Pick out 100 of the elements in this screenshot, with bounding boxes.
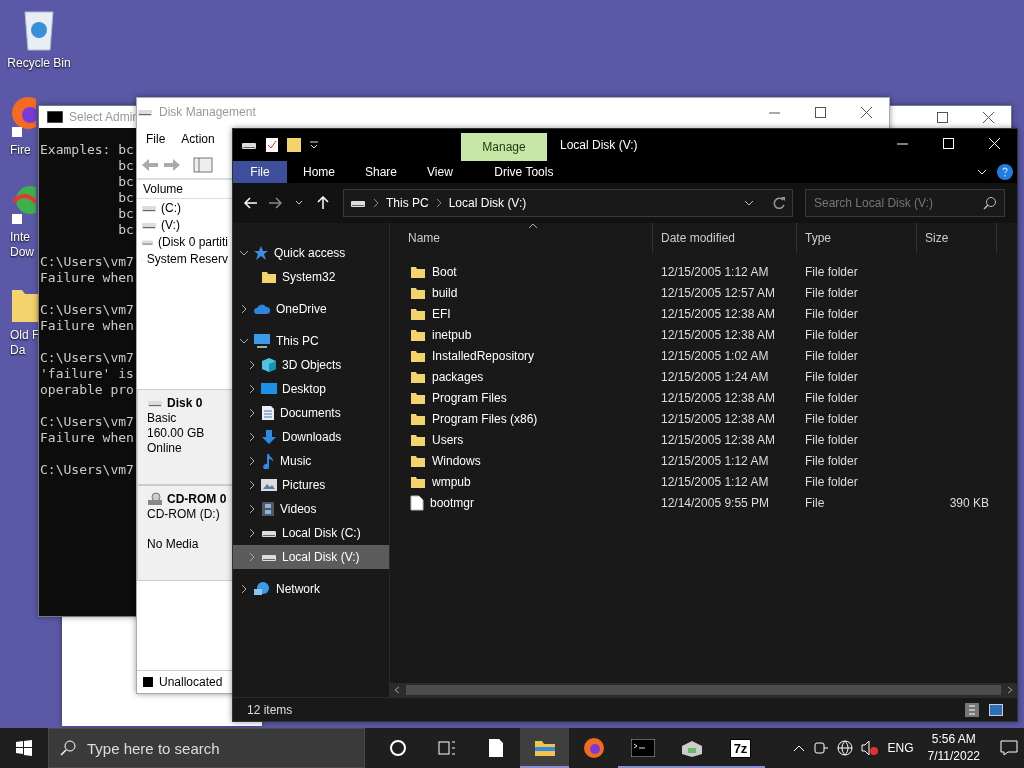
file-row[interactable]: Program Files (x86) 12/15/2005 12:38 AM File folder [400, 408, 1017, 429]
search-field[interactable]: Type here to search [48, 728, 365, 768]
chevron-right-icon[interactable] [434, 198, 443, 208]
terminal-icon [630, 739, 655, 757]
file-name: packages [432, 369, 484, 384]
file-row[interactable]: Boot 12/15/2005 1:12 AM File folder [400, 261, 1017, 282]
close-icon[interactable] [982, 111, 994, 123]
globe-icon[interactable] [837, 740, 854, 756]
file-row[interactable]: EFI 12/15/2005 12:38 AM File folder [400, 303, 1017, 324]
nav-item[interactable]: Desktop [233, 377, 389, 401]
up-arrow-icon[interactable] [317, 196, 329, 210]
maximize-icon[interactable] [936, 111, 948, 123]
disk-drive-icon [679, 738, 704, 758]
chevron-right-icon[interactable] [240, 584, 248, 594]
chevron-up-icon[interactable] [793, 744, 806, 752]
file-row[interactable]: Windows 12/15/2005 1:12 AM File folder [400, 450, 1017, 471]
folder-icon[interactable] [287, 137, 301, 153]
dropdown-icon[interactable] [309, 140, 319, 150]
manage-tab[interactable]: Manage [461, 133, 547, 161]
task-view-icon [436, 739, 457, 757]
search-field[interactable]: Search Local Disk (V:) [805, 189, 1005, 217]
scroll-left-icon[interactable] [394, 686, 400, 694]
chevron-down-icon[interactable] [295, 200, 303, 206]
nav-item[interactable]: 3D Objects [233, 353, 389, 377]
horizontal-scrollbar[interactable] [390, 683, 1017, 697]
ribbon-tab[interactable]: Drive Tools [480, 161, 567, 183]
close-icon[interactable] [860, 106, 872, 118]
help-icon[interactable] [997, 164, 1013, 180]
chevron-right-icon[interactable] [248, 528, 256, 538]
breadcrumb-item[interactable]: This PC [386, 196, 429, 210]
terminal-line: Failure when [40, 270, 134, 286]
nav-item[interactable]: Downloads [233, 425, 389, 449]
star-icon [253, 245, 269, 261]
forward-arrow-icon[interactable] [268, 197, 282, 209]
column-header[interactable]: Date modified [653, 223, 797, 253]
properties-icon[interactable] [265, 137, 279, 153]
scroll-right-icon[interactable] [1007, 686, 1013, 694]
nav-item[interactable]: Pictures [233, 473, 389, 497]
address-bar[interactable]: This PC Local Disk (V:) [343, 189, 793, 217]
ribbon-tab[interactable]: Home [293, 161, 345, 183]
terminal-line: bc [117, 174, 134, 190]
refresh-icon[interactable] [772, 196, 786, 210]
nav-item[interactable]: Quick access [233, 241, 389, 265]
speaker-muted-icon[interactable] [861, 740, 880, 756]
file-row[interactable]: build 12/15/2005 12:57 AM File folder [400, 282, 1017, 303]
column-header[interactable]: Size [917, 223, 997, 253]
ribbon-tab[interactable]: Share [355, 161, 408, 183]
taskbar-app[interactable]: 7z [716, 728, 765, 768]
chevron-right-icon[interactable] [248, 480, 256, 490]
file-row[interactable]: bootmgr 12/14/2005 9:55 PM File 390 KB [400, 492, 1017, 513]
column-header[interactable]: Name [400, 223, 653, 253]
nav-item[interactable]: This PC [233, 329, 389, 353]
chevron-right-icon[interactable] [248, 456, 256, 466]
nav-item[interactable]: Local Disk (V:) [233, 545, 389, 569]
column-header[interactable]: Type [797, 223, 917, 253]
file-row[interactable]: Program Files 12/15/2005 12:38 AM File folder [400, 387, 1017, 408]
chevron-right-icon[interactable] [248, 504, 256, 514]
thumbnail-view-icon[interactable] [989, 703, 1003, 716]
file-row[interactable]: wmpub 12/15/2005 1:12 AM File folder [400, 471, 1017, 492]
nav-item[interactable]: Documents [233, 401, 389, 425]
clock[interactable]: 5:56 AM 7/11/2022 [927, 731, 980, 765]
terminal-line: bc [117, 190, 134, 206]
language-indicator[interactable]: ENG [887, 741, 914, 755]
chevron-right-icon[interactable] [372, 198, 380, 208]
panel-icon[interactable] [193, 157, 213, 173]
windows-logo-icon[interactable] [16, 740, 32, 756]
file-name: EFI [432, 306, 451, 321]
camera-icon[interactable] [813, 740, 830, 756]
breadcrumb-item[interactable]: Local Disk (V:) [448, 196, 527, 210]
taskbar-app[interactable] [520, 728, 569, 768]
nav-item[interactable]: OneDrive [233, 297, 389, 321]
chevron-down-icon[interactable] [239, 249, 249, 257]
file-row[interactable]: InstalledRepository 12/15/2005 1:02 AM File folder [400, 345, 1017, 366]
chevron-right-icon[interactable] [240, 304, 248, 314]
chevron-right-icon[interactable] [248, 432, 256, 442]
nav-item[interactable]: Local Disk (C:) [233, 521, 389, 545]
table-cell-text: 12/15/2005 1:02 AM [660, 348, 770, 363]
nav-item[interactable]: System32 [233, 265, 389, 289]
terminal-line: bc [117, 158, 134, 174]
chevron-right-icon[interactable] [248, 360, 256, 370]
chevron-right-icon[interactable] [248, 408, 256, 418]
menu-item[interactable]: File [146, 132, 166, 146]
search-icon[interactable] [983, 196, 997, 210]
nav-item[interactable]: Music [233, 449, 389, 473]
ribbon-tab[interactable]: View [417, 161, 463, 183]
maximize-icon[interactable] [814, 106, 826, 118]
menu-item[interactable]: Action [181, 132, 215, 146]
nav-item[interactable]: Videos [233, 497, 389, 521]
details-view-icon[interactable] [965, 702, 979, 717]
chevron-right-icon[interactable] [248, 384, 256, 394]
file-row[interactable]: Users 12/15/2005 12:38 AM File folder [400, 429, 1017, 450]
notification-icon[interactable] [1000, 740, 1018, 756]
chevron-down-icon[interactable] [239, 337, 249, 345]
file-row[interactable]: packages 12/15/2005 1:24 AM File folder [400, 366, 1017, 387]
nav-item[interactable]: Network [233, 577, 389, 601]
back-arrow-icon[interactable] [244, 197, 258, 209]
file-row[interactable]: inetpub 12/15/2005 12:38 AM File folder [400, 324, 1017, 345]
chevron-down-icon[interactable] [744, 199, 754, 207]
file-menu-button[interactable]: File [233, 161, 287, 183]
table-cell-text: 390 KB [948, 495, 990, 510]
